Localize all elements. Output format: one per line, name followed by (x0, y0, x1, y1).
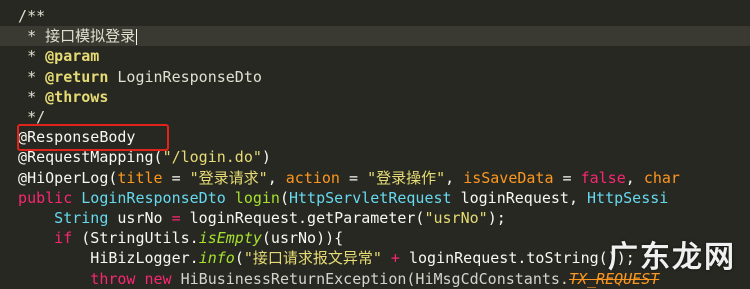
code-token: LoginResponseDto (108, 67, 262, 86)
code-token: + (381, 249, 409, 268)
code-token: = (339, 168, 368, 187)
code-line[interactable]: * 接口模拟登录 (0, 26, 750, 47)
code-token: /** (0, 7, 46, 25)
code-line[interactable]: String usrNo = loginRequest.getParameter… (0, 208, 750, 228)
code-token: loginRequest, (451, 188, 588, 207)
code-token: "usrNo" (424, 209, 488, 227)
code-token: loginRequest.getParameter( (180, 209, 425, 227)
code-token: @HiOperLog( (0, 168, 118, 187)
code-token: login (225, 188, 280, 207)
code-token: action (285, 168, 340, 187)
code-token: "登录操作" (367, 168, 446, 187)
code-line[interactable]: * @return LoginResponseDto (0, 67, 750, 87)
code-token: = (553, 168, 581, 187)
code-token: HttpSessi (587, 188, 669, 207)
code-token: "登录请求" (189, 168, 268, 187)
code-token: false (580, 168, 626, 187)
code-token: usrNo (108, 209, 172, 227)
code-token: char (643, 168, 680, 187)
code-token: * (0, 67, 46, 86)
code-token: (StringUtils. (72, 229, 199, 248)
code-token: (usrNo)){ (261, 229, 344, 248)
code-token: HiBizLogger. (0, 249, 199, 268)
code-token: HiBusinessReturnException(HiMsgCdConstan… (180, 269, 569, 288)
code-token: "接口请求报文异常" (243, 249, 382, 268)
code-token: * (0, 47, 46, 66)
code-token: info (198, 249, 235, 268)
code-token: = (171, 209, 181, 227)
code-line[interactable]: @HiOperLog(title = "登录请求", action = "登录操… (0, 168, 750, 188)
code-token: isSaveData (463, 168, 554, 187)
watermark-logo: 广东龙网 (608, 240, 736, 275)
code-token: isEmpty (198, 229, 262, 248)
code-token: ); (487, 209, 506, 227)
code-line[interactable]: /** (0, 6, 750, 26)
text-caret (136, 28, 138, 45)
code-token: throw new (0, 269, 181, 288)
code-line[interactable]: * @param (0, 46, 750, 66)
code-line[interactable]: * @throws (0, 87, 750, 107)
code-token: * 接口模拟登录 (0, 27, 136, 46)
code-token: @param (45, 47, 100, 66)
code-token: , (625, 168, 644, 187)
code-token: loginRequest.toString()); (409, 249, 635, 268)
code-token: * (0, 87, 46, 106)
code-token: @throws (45, 87, 109, 106)
code-token: ) (261, 148, 271, 167)
code-token: @return (45, 67, 109, 86)
code-token: , (267, 168, 286, 187)
code-token: , (445, 168, 464, 187)
code-token: title (117, 168, 163, 187)
code-token: if (0, 229, 73, 248)
code-token: LoginResponseDto (81, 188, 226, 207)
code-token: public (0, 188, 82, 207)
annotation-highlight-box (17, 124, 169, 151)
code-token: @RequestMapping( (0, 148, 163, 167)
code-line[interactable]: public LoginResponseDto login(HttpServle… (0, 188, 750, 208)
code-token: "/login.do" (162, 148, 262, 167)
code-token: HttpServletRequest (289, 188, 452, 207)
code-token: ( (234, 249, 244, 268)
code-token: ( (279, 188, 289, 207)
code-token: String (0, 209, 109, 227)
code-token: = (162, 168, 190, 187)
